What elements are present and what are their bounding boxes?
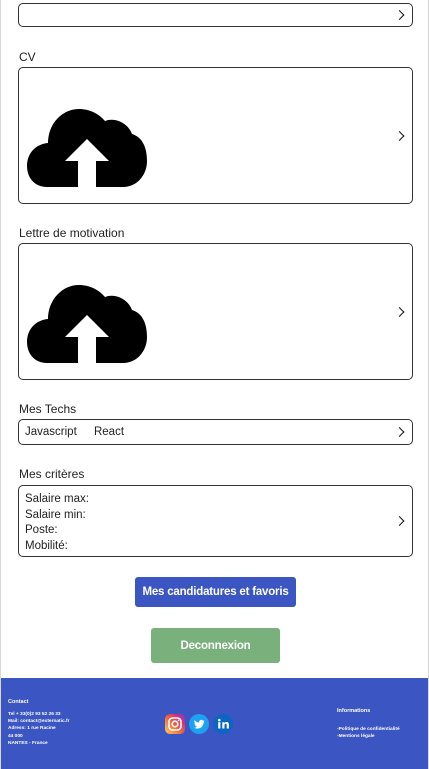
footer-contact-info: Tel + 33(0)2 93 52 26 33 Mail: contact@e… (8, 711, 69, 747)
applications-favorites-button[interactable]: Mes candidatures et favoris (135, 577, 296, 607)
cover-letter-label: Lettre de motivation (19, 226, 125, 240)
privacy-policy-link[interactable]: -Politique de confidentialité (337, 726, 400, 733)
chevron-right-icon (394, 516, 405, 526)
criteria-list: Salaire max: Salaire min: Poste: Mobilit… (25, 492, 89, 554)
footer-info-links: -Politique de confidentialité -Mentions … (337, 726, 400, 740)
criteria-salary-min: Salaire min: (25, 508, 86, 521)
legal-notice-link[interactable]: -Mentions légale (337, 733, 400, 740)
logout-button[interactable]: Deconnexion (151, 628, 280, 663)
chevron-right-icon (394, 306, 405, 317)
techs-list: Javascript React (25, 426, 138, 438)
criteria-label: Mes critères (19, 467, 85, 481)
tech-item: Javascript (25, 426, 77, 438)
cloud-upload-icon (27, 285, 147, 363)
footer-address: Adress: 1 rue Racine (8, 726, 56, 732)
criteria-position: Poste: (25, 524, 58, 536)
linkedin-icon[interactable] (213, 714, 233, 734)
instagram-icon[interactable] (165, 714, 185, 734)
footer-phone: Tel + 33(0)2 93 52 26 33 (8, 712, 61, 717)
chevron-right-icon (394, 10, 405, 20)
twitter-icon[interactable] (189, 714, 209, 734)
footer-contact-title: Contact (8, 699, 29, 705)
footer-city: NANTES - France (8, 740, 48, 746)
techs-label: Mes Techs (19, 402, 77, 416)
criteria-mobility: Mobilité: (25, 539, 68, 552)
social-links (165, 714, 233, 734)
cover-letter-upload-field[interactable] (18, 243, 413, 380)
footer-postcode: 44 000 (8, 733, 23, 739)
cloud-upload-icon (27, 109, 147, 187)
footer-mail: Mail: contact@externatic.fr (8, 719, 70, 725)
criteria-field[interactable]: Salaire max: Salaire min: Poste: Mobilit… (18, 485, 413, 557)
footer-info-title: Informations (337, 708, 371, 714)
top-field[interactable] (18, 3, 413, 27)
chevron-right-icon (394, 130, 405, 141)
footer: Contact Tel + 33(0)2 93 52 26 33 Mail: c… (1, 678, 428, 769)
criteria-salary-max: Salaire max: (25, 493, 89, 505)
tech-item: React (93, 426, 125, 438)
chevron-right-icon (394, 427, 405, 437)
cv-upload-field[interactable] (18, 67, 413, 204)
cv-label: CV (19, 50, 36, 64)
techs-field[interactable]: Javascript React (18, 419, 413, 445)
